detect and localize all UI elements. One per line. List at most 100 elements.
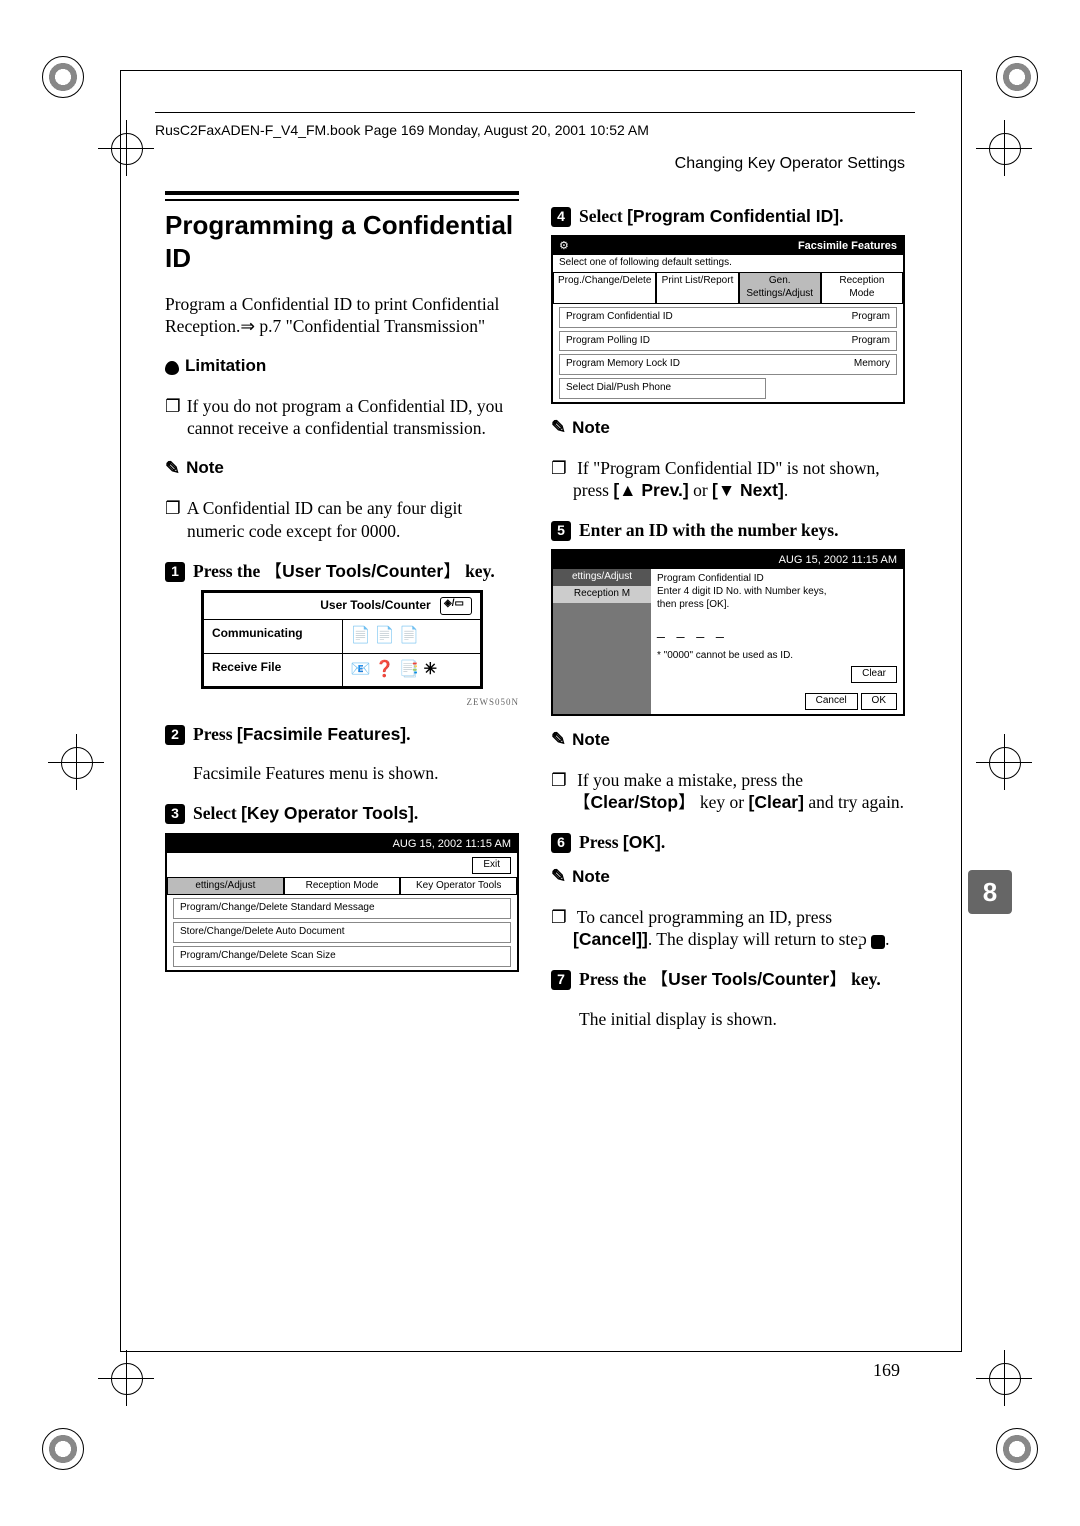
step7-body: The initial display is shown. — [579, 1008, 905, 1030]
corner-ring — [42, 56, 84, 98]
shot5-line2: then press [OK]. — [657, 599, 897, 612]
corner-ring — [996, 56, 1038, 98]
step2-a: Press — [193, 724, 237, 744]
step-7: 7 Press the User Tools/Counter key. — [551, 968, 905, 990]
note-label: Note — [186, 457, 224, 479]
content-area: Changing Key Operator Settings Programmi… — [165, 155, 905, 1235]
limitation-label: Limitation — [185, 355, 266, 377]
step1-c: key. — [461, 561, 495, 581]
limitation-heading: Limitation — [165, 355, 519, 377]
next-key: [▼ Next] — [712, 480, 784, 500]
ok-key: [OK] — [623, 832, 661, 852]
note-heading-5: Note — [551, 728, 905, 751]
shot4-tab: Prog./Change/Delete — [553, 272, 656, 304]
step2-key: [Facsimile Features] — [237, 724, 406, 744]
step-3: 3 Select [Key Operator Tools]. — [165, 802, 519, 824]
shot4-sub: Select one of following default settings… — [553, 255, 903, 272]
panel-caption: ZEWS050N — [165, 697, 519, 709]
step-1: 1 Press the User Tools/Counter key. — [165, 560, 519, 582]
crosshair-mark — [986, 130, 1022, 166]
step5-text: Enter an ID with the number keys. — [579, 519, 838, 541]
shot4-title: Facsimile Features — [798, 239, 897, 253]
crosshair-mark — [58, 744, 94, 780]
intro-paragraph: Program a Confidential ID to print Confi… — [165, 293, 519, 338]
note-heading-1: Note — [165, 457, 519, 480]
step3-a: Select — [193, 803, 241, 823]
shot4-row: Program Polling IDProgram — [559, 331, 897, 352]
shot5-line1: Enter 4 digit ID No. with Number keys, — [657, 586, 897, 599]
step2-c: . — [406, 724, 410, 744]
panel-row2-label: Receive File — [204, 654, 343, 686]
step6-text: Press [OK]. — [579, 831, 665, 853]
note1-item: A Confidential ID can be any four digit … — [187, 497, 519, 542]
note-label: Note — [572, 729, 610, 751]
step2-body: Facsimile Features menu is shown. — [193, 762, 519, 784]
chapter-tab: 8 — [968, 870, 1012, 914]
clear-stop-key: Clear/Stop — [591, 792, 679, 812]
shot5-ok: OK — [861, 693, 897, 710]
step-4: 4 Select [Program Confidential ID]. — [551, 205, 905, 227]
pencil-icon — [551, 416, 566, 439]
shot4-tab: Print List/Report — [656, 272, 738, 304]
bulb-icon — [165, 361, 179, 375]
step-number-icon: 2 — [165, 725, 185, 745]
shot3-exit: Exit — [472, 857, 511, 874]
note5-item: If you make a mistake, press the Clear/S… — [573, 769, 905, 814]
shot5-time: AUG 15, 2002 11:15 AM — [779, 553, 897, 567]
shot5-tab: Reception M — [553, 586, 651, 603]
step3-c: . — [414, 803, 418, 823]
note-heading-4: Note — [551, 416, 905, 439]
corner-ring — [996, 1428, 1038, 1470]
note4-item: If "Program Confidential ID" is not show… — [573, 457, 905, 502]
step1-key: User Tools/Counter — [282, 561, 443, 581]
step-number-icon: 7 — [551, 970, 571, 990]
panel-row1-icons: 📄 📄 📄 — [343, 620, 481, 652]
step3-key: [Key Operator Tools] — [241, 803, 414, 823]
step-6: 6 Press [OK]. — [551, 831, 905, 853]
left-column: Programming a Confidential ID Program a … — [165, 191, 519, 1048]
shot4-tab: Reception Mode — [821, 272, 903, 304]
right-column: 4 Select [Program Confidential ID]. ⚙Fac… — [551, 191, 905, 1048]
shot3-tab: Key Operator Tools — [400, 877, 517, 896]
shot4-row: Program Memory Lock IDMemory — [559, 354, 897, 375]
step4-key: [Program Confidential ID] — [627, 206, 839, 226]
step-number-icon: 6 — [551, 833, 571, 853]
note-label: Note — [572, 417, 610, 439]
arrow-icon — [240, 316, 255, 336]
shot3-tab: ettings/Adjust — [167, 877, 284, 896]
page-number: 169 — [873, 1360, 900, 1381]
panel-row1-label: Communicating — [204, 620, 343, 652]
panel-title-row: User Tools/Counter — [204, 593, 480, 619]
step-ref-icon: 4 — [871, 935, 885, 949]
step-5: 5 Enter an ID with the number keys. — [551, 519, 905, 541]
screenshot-enter-id: AUG 15, 2002 11:15 AM ettings/Adjust Rec… — [551, 549, 905, 716]
header-rule — [155, 112, 915, 113]
shot5-tab: ettings/Adjust — [553, 569, 651, 586]
step7-text: Press the User Tools/Counter key. — [579, 968, 881, 990]
shot5-head: Program Confidential ID — [657, 573, 897, 586]
shot4-row: Select Dial/Push Phone — [559, 378, 766, 399]
shot5-dash: _ _ _ _ — [657, 622, 897, 640]
limitation-item: If you do not program a Confidential ID,… — [187, 395, 519, 440]
running-head: Changing Key Operator Settings — [165, 155, 905, 173]
step2-text: Press [Facsimile Features]. — [193, 723, 411, 745]
step-number-icon: 1 — [165, 562, 185, 582]
shot3-row: Program/Change/Delete Scan Size — [173, 946, 511, 967]
shot3-time: AUG 15, 2002 11:15 AM — [393, 837, 511, 851]
pencil-icon — [551, 865, 566, 888]
cancel-key: [Cancel]] — [573, 929, 648, 949]
shot5-cancel: Cancel — [805, 693, 858, 710]
step-number-icon: 4 — [551, 207, 571, 227]
panel-title: User Tools/Counter — [320, 598, 430, 612]
step3-text: Select [Key Operator Tools]. — [193, 802, 418, 824]
screenshot-key-operator: AUG 15, 2002 11:15 AM Exit ettings/Adjus… — [165, 833, 519, 972]
shot3-row: Program/Change/Delete Standard Message — [173, 898, 511, 919]
book-header: RusC2FaxADEN-F_V4_FM.book Page 169 Monda… — [155, 122, 649, 138]
pencil-icon — [551, 728, 566, 751]
crosshair-mark — [986, 1360, 1022, 1396]
step1-text: Press the User Tools/Counter key. — [193, 560, 495, 582]
step4-text: Select [Program Confidential ID]. — [579, 205, 843, 227]
intro-ref: p.7 "Confidential Transmission" — [255, 316, 485, 336]
section-title: Programming a Confidential ID — [165, 209, 519, 276]
step1-a: Press the — [193, 561, 265, 581]
